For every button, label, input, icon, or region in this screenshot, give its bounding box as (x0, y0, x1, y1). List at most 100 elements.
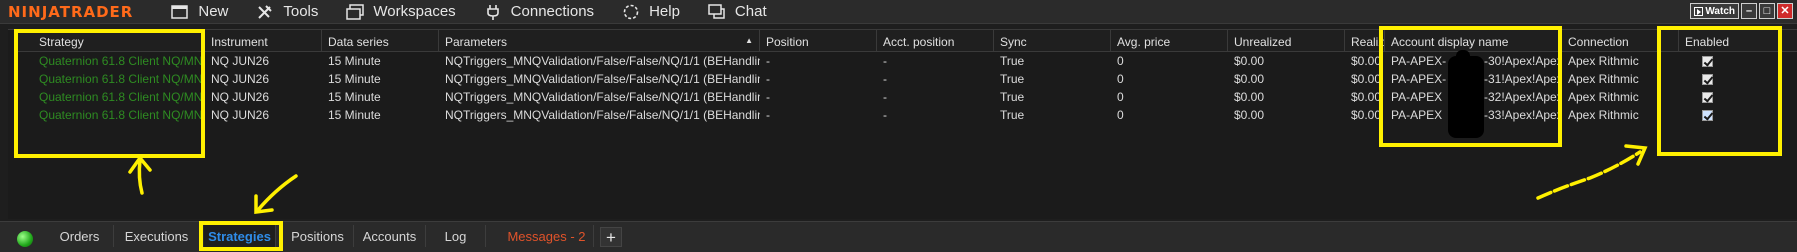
table-row[interactable]: Quaternion 61.8 Client NQ/MN NQ JUN26 15… (8, 106, 1797, 124)
cell-account-prefix: PA-APEX (1391, 90, 1443, 104)
cell-instrument: NQ JUN26 (211, 72, 270, 86)
menu-connections[interactable]: Connections (470, 0, 608, 24)
table-row[interactable]: Quaternion 61.8 Client NQ/MN NQ JUN26 15… (8, 70, 1797, 88)
cell-acct-position: - (883, 108, 887, 122)
maximize-button[interactable]: □ (1759, 3, 1775, 19)
cell-position: - (766, 90, 770, 104)
cell-parameters: NQTriggers_MNQValidation/False/False/NQ/… (445, 108, 760, 122)
column-header-acct-position[interactable]: Acct. position (877, 30, 994, 52)
tab-messages[interactable]: Messages - 2 (500, 225, 594, 247)
column-header-avg-price[interactable]: Avg. price (1111, 30, 1228, 52)
cell-position: - (766, 72, 770, 86)
column-header-sync[interactable]: Sync (994, 30, 1111, 52)
tab-accounts[interactable]: Accounts (354, 225, 426, 247)
help-icon (622, 4, 640, 20)
cell-connection: Apex Rithmic (1568, 90, 1639, 104)
menu-new[interactable]: New (157, 0, 242, 24)
column-header-position[interactable]: Position (760, 30, 877, 52)
menu-help-label: Help (649, 3, 680, 20)
cell-sync: True (1000, 90, 1025, 104)
cell-data-series: 15 Minute (328, 90, 381, 104)
workspaces-icon (346, 3, 365, 20)
cell-unrealized: $0.00 (1234, 90, 1265, 104)
menu-workspaces-label: Workspaces (373, 3, 456, 20)
cell-instrument: NQ JUN26 (211, 54, 270, 68)
cell-position: - (766, 108, 770, 122)
tab-positions[interactable]: Positions (282, 225, 354, 247)
cell-unrealized: $0.00 (1234, 54, 1265, 68)
cell-account-suffix: -30!Apex!Apex (1484, 54, 1562, 68)
cell-avg-price: 0 (1117, 54, 1124, 68)
menu-chat[interactable]: Chat (694, 0, 781, 24)
enabled-checkbox[interactable] (1702, 110, 1713, 121)
cell-acct-position: - (883, 90, 887, 104)
watch-label: Watch (1705, 5, 1735, 17)
app-logo: NINJATRADER (8, 2, 134, 21)
cell-parameters: NQTriggers_MNQValidation/False/False/NQ/… (445, 90, 760, 104)
cell-strategy: Quaternion 61.8 Client NQ/MN (39, 90, 203, 104)
new-window-icon (171, 4, 189, 20)
cell-realized: $0.00 (1351, 108, 1382, 122)
tab-strategies[interactable]: Strategies (204, 225, 276, 247)
add-tab-button[interactable]: + (600, 227, 622, 247)
tools-icon (256, 4, 274, 20)
enabled-checkbox[interactable] (1702, 74, 1713, 85)
cell-data-series: 15 Minute (328, 108, 381, 122)
cell-strategy: Quaternion 61.8 Client NQ/MN (39, 54, 203, 68)
redaction-mark (1456, 50, 1470, 62)
cell-strategy: Quaternion 61.8 Client NQ/MN (39, 108, 203, 122)
cell-sync: True (1000, 108, 1025, 122)
column-header-strategy[interactable]: Strategy (18, 30, 205, 52)
cell-instrument: NQ JUN26 (211, 90, 270, 104)
cell-position: - (766, 54, 770, 68)
cell-acct-position: - (883, 54, 887, 68)
enabled-checkbox[interactable] (1702, 56, 1713, 67)
cell-connection: Apex Rithmic (1568, 72, 1639, 86)
column-header-unrealized[interactable]: Unrealized (1228, 30, 1345, 52)
close-button[interactable]: ✕ (1777, 3, 1793, 19)
cell-strategy: Quaternion 61.8 Client NQ/MN (39, 72, 203, 86)
redaction-mark (1448, 56, 1484, 138)
column-header-instrument[interactable]: Instrument (205, 30, 322, 52)
window-controls: Watch – □ ✕ (1690, 3, 1793, 19)
cell-unrealized: $0.00 (1234, 72, 1265, 86)
menu-tools[interactable]: Tools (242, 0, 332, 24)
cell-account-prefix: PA-APEX- (1391, 72, 1447, 86)
bottom-tab-bar: Orders Executions Strategies Positions A… (0, 221, 1797, 252)
strategies-grid: Strategy Instrument Data series Paramete… (8, 29, 1797, 219)
cell-account-prefix: PA-APEX- (1391, 54, 1447, 68)
column-header-enabled[interactable]: Enabled (1679, 30, 1797, 52)
cell-connection: Apex Rithmic (1568, 54, 1639, 68)
column-header-parameters[interactable]: Parameters ▲ (439, 30, 760, 52)
cell-account-suffix: -32!Apex!Apex (1484, 90, 1562, 104)
column-header-connection[interactable]: Connection (1562, 30, 1679, 52)
cell-avg-price: 0 (1117, 72, 1124, 86)
menu-new-label: New (198, 3, 229, 20)
cell-avg-price: 0 (1117, 108, 1124, 122)
menu-bar: NINJATRADER New Tools Workspaces Connect… (0, 0, 1797, 24)
tab-orders[interactable]: Orders (46, 225, 114, 247)
connection-status-icon (17, 231, 33, 247)
cell-connection: Apex Rithmic (1568, 108, 1639, 122)
cell-realized: $0.00 (1351, 54, 1382, 68)
column-header-realized[interactable]: Realiz (1345, 30, 1385, 52)
enabled-checkbox[interactable] (1702, 92, 1713, 103)
cell-parameters: NQTriggers_MNQValidation/False/False/NQ/… (445, 54, 760, 68)
cell-realized: $0.00 (1351, 72, 1382, 86)
cell-unrealized: $0.00 (1234, 108, 1265, 122)
table-row[interactable]: Quaternion 61.8 Client NQ/MN NQ JUN26 15… (8, 52, 1797, 70)
close-icon: ✕ (1780, 5, 1790, 17)
column-header-data-series[interactable]: Data series (322, 30, 439, 52)
watch-button[interactable]: Watch (1690, 3, 1739, 19)
tab-executions[interactable]: Executions (114, 225, 200, 247)
cell-avg-price: 0 (1117, 90, 1124, 104)
column-header-account-display-name[interactable]: Account display name (1385, 30, 1562, 52)
cell-realized: $0.00 (1351, 90, 1382, 104)
minimize-button[interactable]: – (1741, 3, 1757, 19)
cell-data-series: 15 Minute (328, 54, 381, 68)
menu-chat-label: Chat (734, 3, 767, 20)
menu-help[interactable]: Help (608, 0, 694, 24)
menu-workspaces[interactable]: Workspaces (332, 0, 469, 24)
table-row[interactable]: Quaternion 61.8 Client NQ/MN NQ JUN26 15… (8, 88, 1797, 106)
tab-log[interactable]: Log (426, 225, 486, 247)
